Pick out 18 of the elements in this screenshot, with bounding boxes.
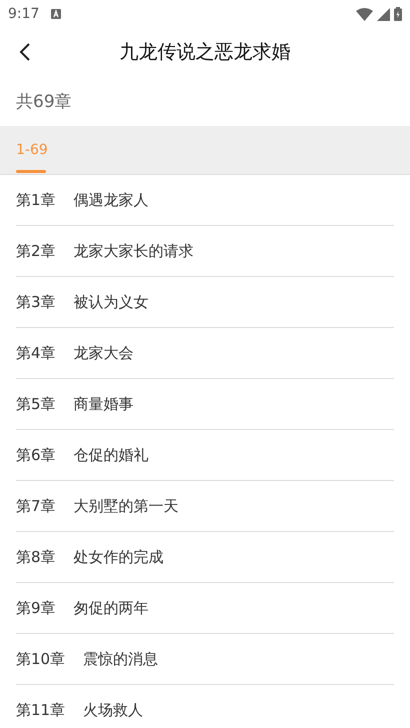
signal-icon bbox=[377, 8, 390, 20]
chapter-item[interactable]: 第5章 商量婚事 bbox=[16, 379, 394, 430]
chapter-item[interactable]: 第10章 震惊的消息 bbox=[16, 634, 394, 685]
page-title: 九龙传说之恶龙求婚 bbox=[120, 40, 290, 65]
wifi-icon bbox=[356, 8, 373, 20]
chapter-item[interactable]: 第9章 匆促的两年 bbox=[16, 583, 394, 634]
chapter-item[interactable]: 第1章 偶遇龙家人 bbox=[16, 175, 394, 226]
chapter-item[interactable]: 第11章 火场救人 bbox=[16, 685, 394, 728]
chapter-item[interactable]: 第4章 龙家大会 bbox=[16, 328, 394, 379]
chapter-item[interactable]: 第7章 大别墅的第一天 bbox=[16, 481, 394, 532]
status-time: 9:17 bbox=[8, 6, 40, 22]
chapter-item[interactable]: 第2章 龙家大家长的请求 bbox=[16, 226, 394, 277]
chapter-count: 共69章 bbox=[15, 90, 73, 114]
battery-icon bbox=[394, 7, 402, 21]
chapter-item[interactable]: 第6章 仓促的婚礼 bbox=[16, 430, 394, 481]
chapter-item[interactable]: 第8章 处女作的完成 bbox=[16, 532, 394, 583]
notification-icon bbox=[51, 9, 62, 19]
chapter-item[interactable]: 第3章 被认为义女 bbox=[16, 277, 394, 328]
